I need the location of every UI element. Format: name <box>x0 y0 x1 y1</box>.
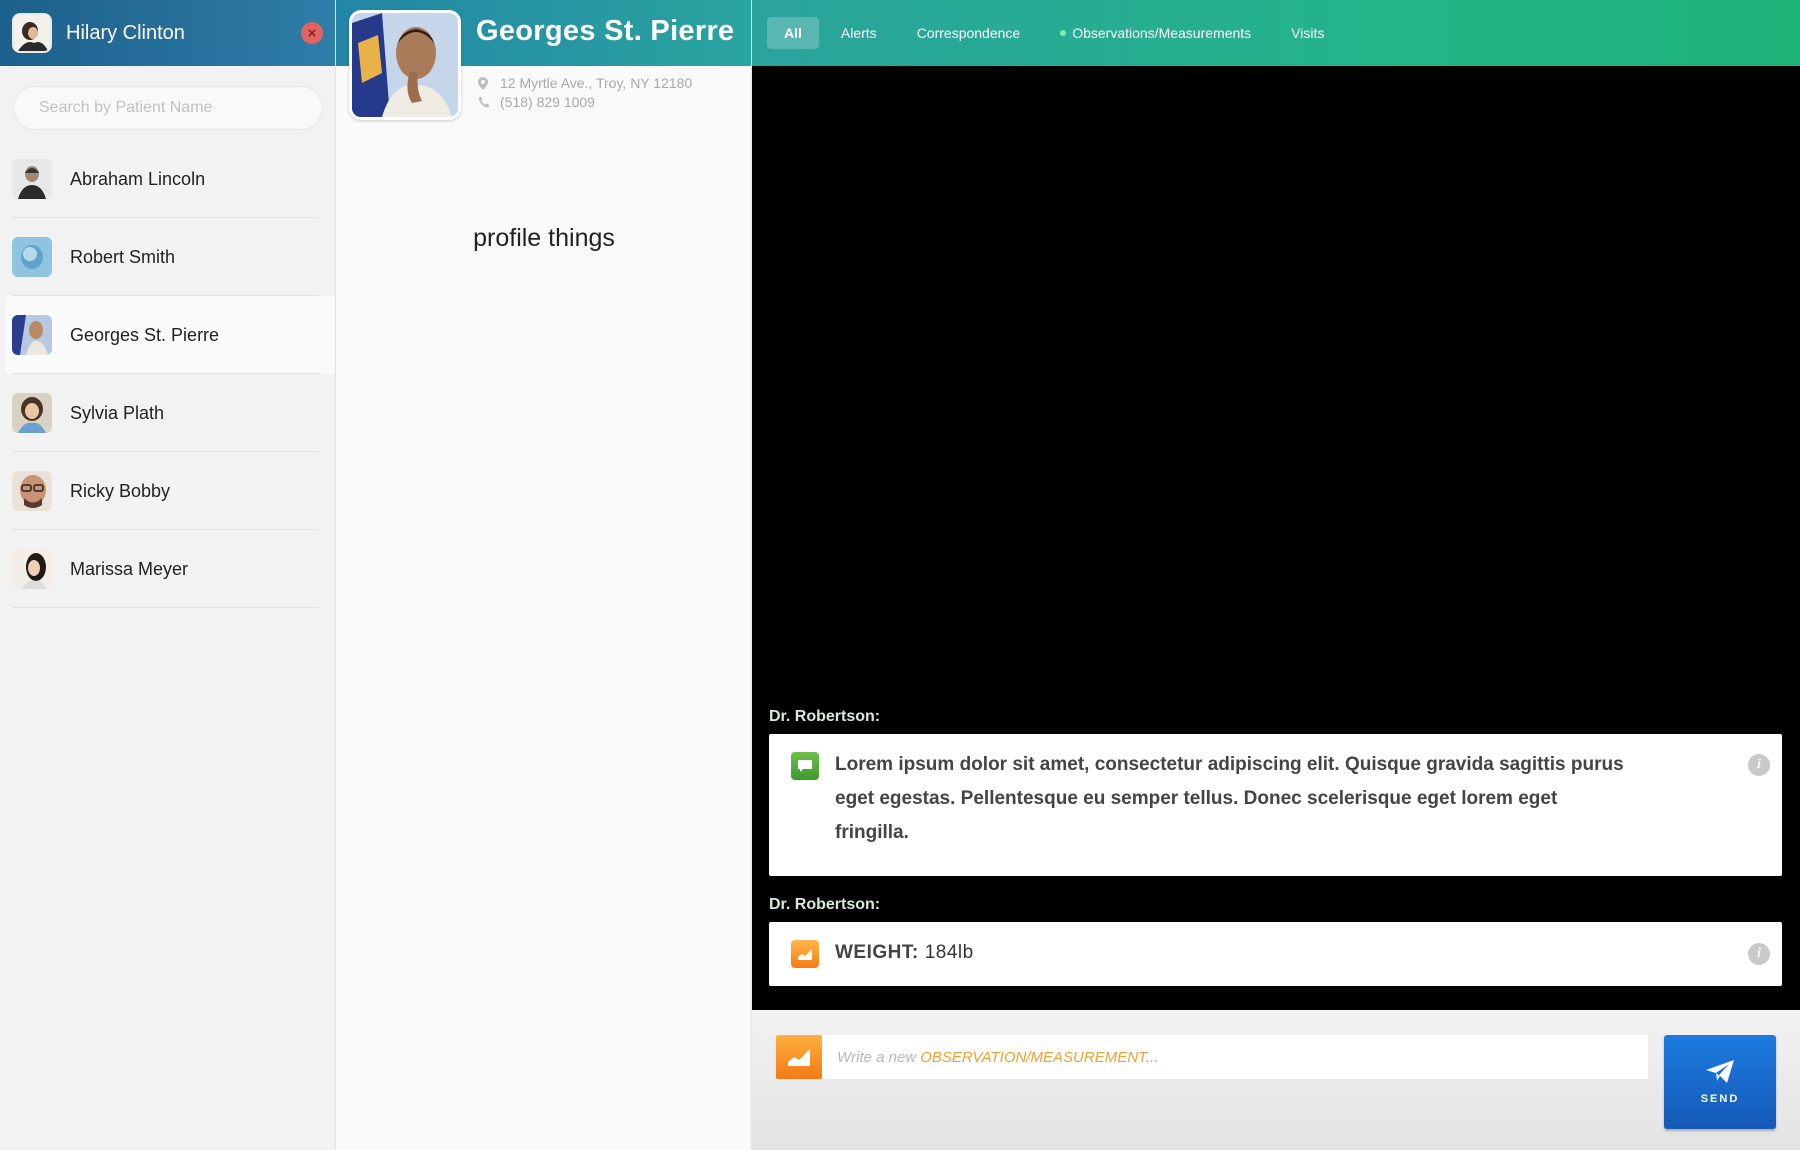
patient-avatar <box>12 549 52 589</box>
observation-message-card: WEIGHT: 184lb i <box>769 922 1782 986</box>
info-icon[interactable]: i <box>1748 754 1770 776</box>
info-icon[interactable]: i <box>1748 943 1770 965</box>
patient-name: Georges St. Pierre <box>70 324 220 345</box>
paper-plane-icon <box>1706 1060 1734 1083</box>
patient-item-georges-st-pierre[interactable]: Georges St. Pierre <box>6 296 335 374</box>
patient-avatar <box>12 159 52 199</box>
patient-name: Marissa Meyer <box>70 558 189 579</box>
tab-all[interactable]: All <box>767 17 819 49</box>
profile-placeholder-text: profile things <box>473 224 615 252</box>
tab-label: All <box>784 25 802 41</box>
observation-amount: 184lb <box>924 942 974 963</box>
address-text: 12 Myrtle Ave., Troy, NY 12180 <box>500 75 693 91</box>
user-name: Hilary Clinton <box>66 21 185 44</box>
tab-label: Observations/Measurements <box>1072 25 1252 41</box>
user-avatar[interactable] <box>12 13 52 53</box>
phone-text: (518) 829 1009 <box>500 94 595 110</box>
message-author: Dr. Robertson: <box>769 896 881 913</box>
patient-name: Abraham Lincoln <box>70 168 206 189</box>
patient-search-input[interactable] <box>13 86 323 130</box>
patient-avatar <box>12 393 52 433</box>
new-indicator-dot <box>1060 30 1067 36</box>
profile-name: Georges St. Pierre <box>476 15 735 47</box>
composer-placeholder-type: OBSERVATION/MEASUREMENT... <box>920 1048 1159 1066</box>
message-author: Dr. Robertson: <box>769 708 881 725</box>
observation-type-selector[interactable] <box>776 1035 822 1079</box>
message-text: Lorem ipsum dolor sit amet, consectetur … <box>835 754 1624 843</box>
search-container <box>0 66 335 140</box>
tab-observations-measurements[interactable]: Observations/Measurements <box>1042 17 1269 49</box>
tab-label: Correspondence <box>916 25 1021 41</box>
observation-label: WEIGHT: <box>835 942 919 963</box>
composer-placeholder-prefix: Write a new <box>837 1048 917 1066</box>
patient-item-abraham-lincoln[interactable]: Abraham Lincoln <box>0 140 335 218</box>
patient-list: Abraham Lincoln Robert Smith Georges St.… <box>0 140 335 608</box>
chart-area-icon <box>788 1049 810 1066</box>
activity-feed: All Alerts Correspondence Observations/M… <box>752 0 1800 1150</box>
phone-icon <box>478 96 500 108</box>
profile-photo <box>349 10 461 120</box>
patient-name: Robert Smith <box>70 246 176 267</box>
profile-address: 12 Myrtle Ave., Troy, NY 12180 <box>478 75 692 91</box>
tab-correspondence[interactable]: Correspondence <box>899 17 1039 49</box>
close-icon: × <box>307 24 317 42</box>
patient-sidebar: Hilary Clinton × Abraham Lincoln Robert … <box>0 0 336 1150</box>
observation-value: WEIGHT: 184lb <box>835 942 974 964</box>
tab-alerts[interactable]: Alerts <box>823 17 895 49</box>
patient-name: Sylvia Plath <box>70 402 165 423</box>
patient-avatar <box>12 237 52 277</box>
message-composer: Write a new OBSERVATION/MEASUREMENT... S… <box>752 1010 1800 1150</box>
tab-visits[interactable]: Visits <box>1273 17 1342 49</box>
patient-avatar <box>12 471 52 511</box>
patient-item-marissa-meyer[interactable]: Marissa Meyer <box>0 530 335 608</box>
send-button[interactable]: SEND <box>1664 1035 1776 1129</box>
tab-label: Alerts <box>840 25 877 41</box>
sidebar-header: Hilary Clinton × <box>0 0 335 66</box>
chart-area-icon <box>791 940 819 968</box>
location-pin-icon <box>478 76 500 90</box>
user-avatar-image <box>14 15 50 51</box>
patient-avatar <box>12 315 52 355</box>
profile-phone: (518) 829 1009 <box>478 94 595 110</box>
patient-item-ricky-bobby[interactable]: Ricky Bobby <box>0 452 335 530</box>
close-button[interactable]: × <box>301 22 323 44</box>
correspondence-message-card: Lorem ipsum dolor sit amet, consectetur … <box>769 734 1782 876</box>
feed-tabs: All Alerts Correspondence Observations/M… <box>752 0 1800 66</box>
chat-bubble-icon <box>791 752 819 780</box>
patient-item-robert-smith[interactable]: Robert Smith <box>0 218 335 296</box>
patient-name: Ricky Bobby <box>70 480 171 501</box>
send-label: SEND <box>1700 1093 1740 1105</box>
patient-profile-panel: Georges St. Pierre 12 Myrtle Ave., Troy,… <box>336 0 752 1150</box>
new-message-input[interactable]: Write a new OBSERVATION/MEASUREMENT... <box>822 1035 1648 1079</box>
patient-item-sylvia-plath[interactable]: Sylvia Plath <box>0 374 335 452</box>
tab-label: Visits <box>1291 25 1325 41</box>
